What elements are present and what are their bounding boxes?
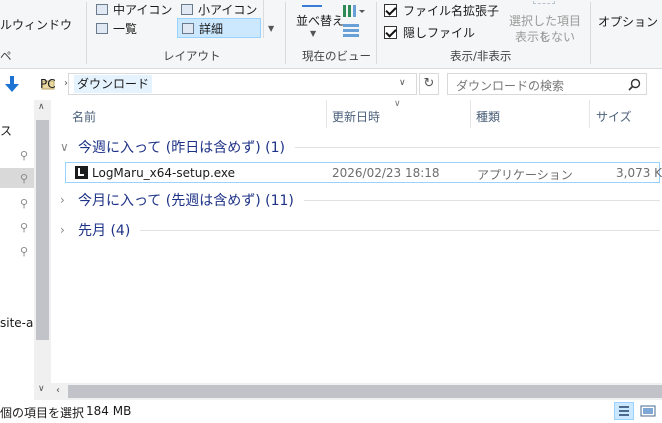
address-dropdown-icon[interactable]: ∨ [399,78,406,88]
layout-details-label: 詳細 [199,21,224,36]
add-columns-button[interactable] [342,22,360,38]
current-view-group-label: 現在のビュー [302,49,371,63]
up-button[interactable] [4,74,20,94]
hidden-items-label: 隠しファイル [403,26,476,40]
file-extensions-checkbox[interactable]: ファイル名拡張子 [384,2,499,19]
pin-icon: ⚲ [20,172,29,185]
file-modified: 2026/02/23 18:18 [332,166,440,180]
file-size: 3,073 KB [616,166,662,180]
group-header-this-week[interactable]: ∨ 今週に入って (昨日は含めず) (1) [60,137,660,157]
group-label-this-week: 今週に入って (昨日は含めず) (1) [78,140,285,156]
address-separator-icon: › [64,78,68,89]
navigation-pane-label: ルウィンドウ [0,18,73,32]
layout-group-label: レイアウト [163,49,221,63]
layout-medium-icons[interactable]: 中アイコン [96,1,172,18]
column-header-type[interactable]: 種類 [476,108,500,125]
address-segment-pc[interactable]: PC [40,77,56,91]
show-hide-group-label: 表示/非表示 [450,49,512,63]
options-button[interactable]: オプション [598,13,658,30]
layout-medium-icons-label: 中アイコン [113,3,173,17]
address-bar[interactable]: PC › ダウンロード ∨ [40,73,417,95]
hidden-items-check-icon [384,26,397,39]
layout-list[interactable]: 一覧 [96,20,137,37]
layout-list-label: 一覧 [113,22,138,36]
application-icon [75,166,88,179]
scroll-left-icon[interactable]: ‹ [56,385,60,396]
hide-selected-label-line2: 表示しない [514,30,575,44]
hide-selected-icon [533,0,555,4]
group-header-last-month[interactable]: › 先月 (4) [60,220,660,240]
search-box[interactable]: ダウンロードの検索 [447,73,647,95]
layout-small-icons[interactable]: 小アイコン [181,1,257,18]
pin-icon: ⚲ [20,245,29,258]
scroll-up-icon[interactable]: ∧ [38,102,45,112]
sort-icon [302,0,322,7]
file-row[interactable]: LogMaru_x64-setup.exe 2026/02/23 18:18 ア… [65,162,662,183]
large-icons-view-icon [640,405,656,417]
search-icon [628,78,641,91]
small-icons-icon [181,4,193,15]
large-icons-view-button[interactable] [638,402,658,420]
nav-item-quick-access[interactable]: ス [0,122,12,139]
navigation-pane-button[interactable]: ルウィンドウ [0,16,72,33]
group-label-this-month: 今月に入って (先週は含めず) (11) [78,193,294,209]
layout-scroll[interactable]: ▼ [263,0,278,38]
group-by-button[interactable] [342,2,366,18]
file-name: LogMaru_x64-setup.exe [92,166,236,180]
layout-small-icons-label: 小アイコン [198,3,258,17]
expanded-chevron-icon: ∨ [60,140,69,154]
hidden-items-checkbox[interactable]: 隠しファイル [384,24,475,41]
horizontal-scroll-thumb[interactable] [68,385,662,398]
column-header-modified[interactable]: 更新日時 [332,108,380,125]
navigation-pane-scroll-thumb[interactable] [36,120,49,340]
status-size-text: 184 MB [86,404,132,418]
group-label-last-month: 先月 (4) [78,223,131,239]
refresh-button[interactable]: ↻ [419,73,439,95]
file-extensions-check-icon [384,4,397,17]
sort-dropdown-icon: ▼ [310,29,317,38]
up-arrow-icon [5,76,19,92]
file-extensions-label: ファイル名拡張子 [403,4,500,18]
refresh-icon: ↻ [423,76,435,91]
sort-button[interactable]: 並べ替え ▼ [296,0,344,38]
layout-more-icon: ▼ [268,24,275,33]
pin-icon: ⚲ [20,197,29,210]
collapsed-chevron-icon: › [60,193,65,207]
ribbon: ルウィンドウ ペ 中アイコン 小アイコン 一覧 詳細 ▼ レイアウト 並べ替え … [0,0,662,69]
layout-details[interactable]: 詳細 [177,18,261,38]
medium-icons-icon [96,4,108,15]
group-header-this-month[interactable]: › 今月に入って (先週は含めず) (11) [60,190,660,210]
scroll-down-icon[interactable]: ∨ [38,384,45,394]
hide-selected-items-button[interactable]: 選択した項目を 表示しない [505,0,585,44]
file-type: アプリケーション [477,168,573,182]
details-icon [182,22,194,34]
sort-indicator-icon: ∨ [394,99,401,109]
status-bar: 個の項目を選択 184 MB [0,400,662,423]
status-selected-text: 個の項目を選択 [0,406,85,420]
details-view-button[interactable] [614,402,634,420]
panes-group-label: ペ [0,49,12,63]
address-segment-downloads[interactable]: ダウンロード [74,75,153,93]
search-placeholder: ダウンロードの検索 [456,79,565,93]
pin-icon: ⚲ [20,221,29,234]
add-columns-icon [343,24,359,37]
column-header-size[interactable]: サイズ [596,108,632,125]
column-header-name[interactable]: 名前 [72,108,96,125]
list-icon [96,23,108,34]
pin-icon: ⚲ [20,149,29,162]
sort-label: 並べ替え [296,14,345,28]
collapsed-chevron-icon: › [60,223,65,237]
details-view-icon [619,406,629,416]
nav-item-folder[interactable]: site-ass [0,316,34,330]
group-by-icon [343,5,365,17]
